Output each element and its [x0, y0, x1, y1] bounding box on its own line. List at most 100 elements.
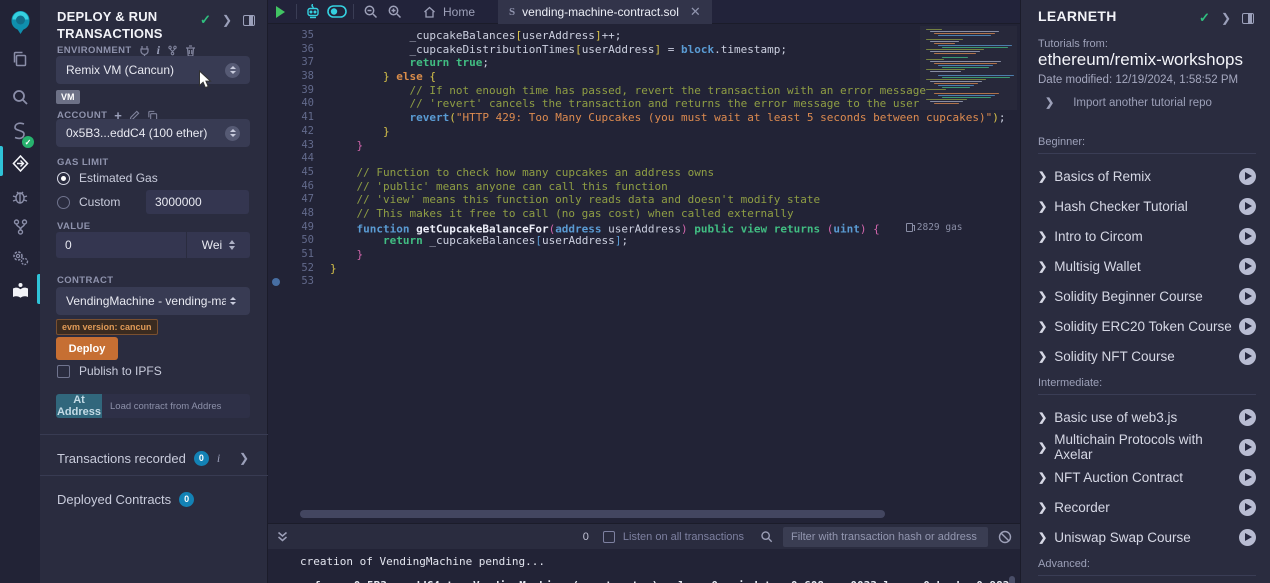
line-number[interactable]: 51 — [284, 248, 314, 262]
line-number[interactable]: 41 — [284, 111, 314, 125]
publish-to-ipfs-option[interactable]: Publish to IPFS — [57, 364, 162, 378]
code-editor[interactable]: 35 _cupcakeBalances[userAddress]++;36 _c… — [268, 25, 1020, 507]
debugger-icon[interactable] — [0, 182, 40, 212]
line-number[interactable]: 50 — [284, 234, 314, 248]
transactions-recorded-section[interactable]: Transactions recorded 0 i ❯ — [57, 444, 253, 472]
estimated-gas-option[interactable]: Estimated Gas — [57, 171, 158, 185]
play-tutorial-button[interactable] — [1239, 469, 1256, 486]
line-number[interactable]: 40 — [284, 97, 314, 111]
select-caret-icon — [225, 63, 240, 78]
git-icon[interactable] — [0, 212, 40, 242]
settings-icon[interactable] — [0, 242, 40, 272]
deployed-contracts-section[interactable]: Deployed Contracts 0 — [57, 485, 253, 513]
zoom-in-icon[interactable] — [382, 0, 406, 24]
close-tab-icon[interactable]: ✕ — [690, 4, 701, 20]
custom-gas-radio[interactable] — [57, 196, 70, 209]
tutorial-item[interactable]: ❯Multichain Protocols with Axelar — [1038, 438, 1256, 456]
line-number[interactable]: 52 — [284, 262, 314, 276]
custom-gas-option[interactable]: Custom — [57, 195, 120, 209]
line-number[interactable]: 46 — [284, 180, 314, 194]
tutorial-item[interactable]: ❯Basics of Remix — [1038, 167, 1256, 185]
delete-environment-icon[interactable] — [185, 45, 196, 57]
line-number[interactable]: 42 — [284, 125, 314, 139]
play-tutorial-button[interactable] — [1239, 348, 1256, 365]
zoom-out-icon[interactable] — [358, 0, 382, 24]
tutorial-item[interactable]: ❯Hash Checker Tutorial — [1038, 197, 1256, 215]
line-number[interactable]: 37 — [284, 56, 314, 70]
line-number[interactable]: 39 — [284, 84, 314, 98]
line-number[interactable]: 53 — [284, 275, 314, 289]
terminal-filter-input[interactable] — [783, 527, 988, 547]
line-number[interactable]: 44 — [284, 152, 314, 166]
file-explorer-icon[interactable] — [0, 44, 40, 74]
learneth-pin-icon[interactable] — [1242, 13, 1254, 24]
tab-home[interactable]: Home — [412, 0, 486, 24]
play-tutorial-button[interactable] — [1239, 409, 1256, 426]
terminal-scrollbar-thumb[interactable] — [1009, 576, 1015, 583]
value-unit-select[interactable]: Wei — [186, 232, 250, 258]
play-tutorial-button[interactable] — [1239, 198, 1256, 215]
editor-minimap[interactable] — [920, 26, 1017, 110]
scrollbar-thumb[interactable] — [300, 510, 885, 518]
account-select[interactable]: 0x5B3...eddC4 (100 ether) — [56, 119, 250, 147]
tutorial-item[interactable]: ❯Uniswap Swap Course — [1038, 528, 1256, 546]
tutorial-item[interactable]: ❯Recorder — [1038, 498, 1256, 516]
solidity-compiler-icon[interactable]: ✓ — [0, 116, 40, 146]
play-tutorial-button[interactable] — [1239, 318, 1256, 335]
horizontal-scrollbar[interactable] — [268, 508, 1020, 521]
search-icon[interactable] — [0, 82, 40, 112]
play-tutorial-button[interactable] — [1239, 288, 1256, 305]
terminal-output[interactable]: creation of VendingMachine pending... fr… — [268, 549, 1020, 583]
plug-icon[interactable] — [139, 45, 150, 56]
tutorial-item[interactable]: ❯Intro to Circom — [1038, 227, 1256, 245]
ai-assistant-robot-icon[interactable] — [301, 0, 325, 24]
run-script-icon[interactable] — [268, 0, 292, 24]
clear-terminal-icon[interactable] — [998, 530, 1012, 544]
value-input[interactable] — [56, 232, 186, 258]
play-tutorial-button[interactable] — [1239, 499, 1256, 516]
line-number[interactable]: 45 — [284, 166, 314, 180]
tutorial-item[interactable]: ❯Solidity NFT Course — [1038, 347, 1256, 365]
panel-pin-icon[interactable] — [243, 15, 255, 26]
import-tutorial-repo[interactable]: ❯ Import another tutorial repo — [1045, 96, 1212, 109]
listen-all-transactions-checkbox[interactable] — [603, 531, 615, 543]
environment-select[interactable]: Remix VM (Cancun) — [56, 56, 250, 84]
line-number[interactable]: 36 — [284, 43, 314, 57]
publish-ipfs-checkbox[interactable] — [57, 365, 70, 378]
play-tutorial-button[interactable] — [1239, 439, 1256, 456]
custom-gas-input[interactable] — [146, 190, 249, 214]
deploy-run-icon[interactable] — [0, 148, 40, 178]
tutorial-item[interactable]: ❯Basic use of web3.js — [1038, 408, 1256, 426]
learneth-book-icon[interactable] — [0, 276, 40, 306]
tab-vending-machine-contract[interactable]: S vending-machine-contract.sol ✕ — [498, 0, 712, 24]
tutorial-item[interactable]: ❯NFT Auction Contract — [1038, 468, 1256, 486]
line-number[interactable]: 47 — [284, 193, 314, 207]
play-tutorial-button[interactable] — [1239, 228, 1256, 245]
fork-environment-icon[interactable] — [167, 45, 178, 56]
transactions-expand-icon[interactable]: ❯ — [239, 451, 249, 465]
deploy-button[interactable]: Deploy — [56, 337, 118, 360]
line-number[interactable]: 38 — [284, 70, 314, 84]
play-tutorial-button[interactable] — [1239, 529, 1256, 546]
contract-select[interactable]: VendingMachine - vending-machin — [56, 287, 250, 315]
at-address-input[interactable] — [102, 394, 250, 418]
line-number[interactable]: 43 — [284, 139, 314, 153]
transactions-info-icon[interactable]: i — [217, 451, 220, 466]
at-address-button[interactable]: At Address — [56, 394, 102, 418]
play-tutorial-button[interactable] — [1239, 168, 1256, 185]
estimated-gas-radio[interactable] — [57, 172, 70, 185]
collapse-terminal-icon[interactable] — [276, 530, 289, 543]
line-number[interactable]: 48 — [284, 207, 314, 221]
play-tutorial-button[interactable] — [1239, 258, 1256, 275]
remix-logo-icon[interactable] — [0, 6, 40, 36]
panel-expand-icon[interactable]: ❯ — [222, 14, 232, 26]
code-line: 40 // 'revert' cancels the transaction a… — [268, 97, 1020, 111]
tutorial-item[interactable]: ❯Solidity ERC20 Token Course — [1038, 317, 1256, 335]
tutorial-item[interactable]: ❯Solidity Beginner Course — [1038, 287, 1256, 305]
tutorial-item[interactable]: ❯Multisig Wallet — [1038, 257, 1256, 275]
breakpoint-dot[interactable] — [272, 278, 280, 286]
ai-copilot-toggle[interactable] — [325, 0, 349, 24]
line-number[interactable]: 35 — [284, 29, 314, 43]
learneth-expand-icon[interactable]: ❯ — [1221, 12, 1231, 24]
line-number[interactable]: 49 — [284, 221, 314, 235]
